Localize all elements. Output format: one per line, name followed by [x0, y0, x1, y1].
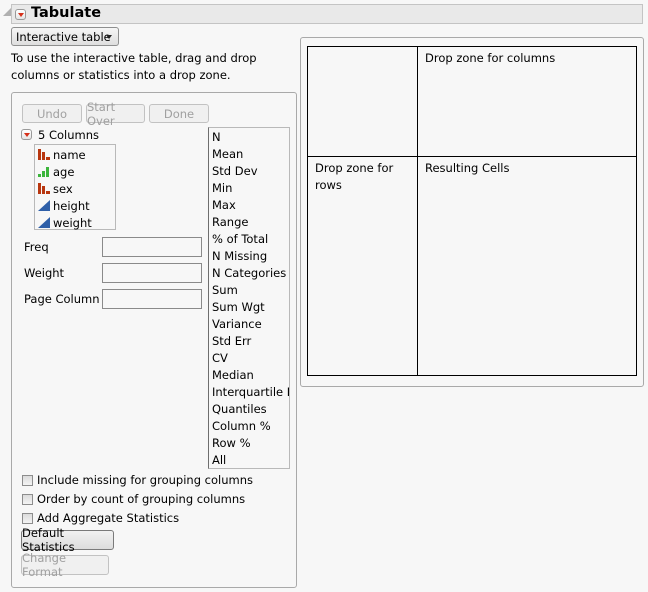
stat-item[interactable]: Mean — [212, 146, 243, 163]
stat-item[interactable]: All — [212, 452, 226, 468]
undo-button[interactable]: Undo — [22, 104, 82, 123]
aggregate-stats-checkbox[interactable] — [22, 512, 33, 524]
column-label: weight — [53, 215, 92, 230]
column-item-age[interactable]: age — [37, 163, 74, 180]
stat-item[interactable]: Interquartile Ra — [212, 384, 289, 401]
change-format-button[interactable]: Change Format — [21, 551, 109, 579]
checkbox-label: Add Aggregate Statistics — [37, 511, 180, 525]
stat-item[interactable]: Std Err — [212, 333, 251, 350]
stat-item[interactable]: CV — [212, 350, 228, 367]
nominal-icon — [38, 149, 50, 160]
mode-dropdown[interactable]: Interactive table — [11, 27, 119, 46]
column-item-sex[interactable]: sex — [37, 180, 73, 197]
stat-item[interactable]: N — [212, 129, 221, 146]
column-item-weight[interactable]: weight — [37, 214, 92, 231]
done-button[interactable]: Done — [149, 104, 209, 123]
ordinal-icon — [38, 167, 49, 177]
page-column-field[interactable] — [102, 289, 202, 309]
column-label: height — [53, 198, 90, 213]
stat-item[interactable]: Row % — [212, 435, 251, 452]
checkbox-label: Include missing for grouping columns — [37, 473, 253, 487]
outline-disclosure-icon[interactable] — [3, 8, 11, 16]
chevron-down-icon — [106, 35, 112, 39]
weight-field[interactable] — [102, 263, 202, 283]
page-column-label: Page Column — [24, 292, 100, 306]
column-label: age — [53, 164, 75, 179]
page-title: Tabulate — [31, 5, 102, 21]
stat-item[interactable]: Min — [212, 180, 232, 197]
default-statistics-button[interactable]: Default Statistics — [21, 526, 114, 554]
stat-item[interactable]: Sum Wgt — [212, 299, 265, 316]
stat-item[interactable]: N Categories — [212, 265, 286, 282]
column-label: name — [53, 147, 86, 162]
stat-item[interactable]: Std Dev — [212, 163, 258, 180]
resulting-cells-zone[interactable]: Resulting Cells — [425, 160, 509, 177]
include-missing-checkbox[interactable] — [22, 474, 33, 486]
stat-item[interactable]: Sum — [212, 282, 238, 299]
continuous-icon — [38, 200, 50, 211]
outline-title-bar — [11, 4, 643, 24]
stat-item[interactable]: Max — [212, 197, 236, 214]
mode-dropdown-value: Interactive table — [16, 30, 111, 44]
checkbox-label: Order by count of grouping columns — [37, 492, 246, 506]
stat-item[interactable]: Quantiles — [212, 401, 267, 418]
include-missing-option[interactable]: Include missing for grouping columns — [22, 473, 253, 487]
continuous-icon — [38, 217, 50, 228]
freq-field[interactable] — [102, 237, 202, 257]
grid-divider-vertical — [417, 46, 418, 376]
stat-item[interactable]: N Missing — [212, 248, 267, 265]
order-by-count-checkbox[interactable] — [22, 493, 33, 505]
column-drop-zone[interactable]: Drop zone for columns — [425, 50, 555, 67]
start-over-button[interactable]: Start Over — [86, 100, 145, 128]
columns-header: 5 Columns — [38, 128, 100, 142]
statistics-list[interactable]: N Mean Std Dev Min Max Range % of Total … — [208, 127, 290, 469]
instructions-text: To use the interactive table, drag and d… — [11, 51, 257, 82]
stat-item[interactable]: Variance — [212, 316, 262, 333]
stat-item[interactable]: Range — [212, 214, 248, 231]
stat-item[interactable]: % of Total — [212, 231, 268, 248]
columns-menu-icon[interactable] — [21, 129, 32, 140]
columns-list[interactable]: name age sex height weight — [34, 144, 116, 230]
column-item-name[interactable]: name — [37, 146, 86, 163]
grid-divider-horizontal — [307, 156, 637, 157]
weight-label: Weight — [24, 266, 65, 280]
aggregate-stats-option[interactable]: Add Aggregate Statistics — [22, 511, 179, 525]
column-label: sex — [53, 181, 73, 196]
red-triangle-menu-icon[interactable] — [15, 9, 26, 20]
stat-item[interactable]: Column % — [212, 418, 271, 435]
corner-cell — [308, 47, 417, 156]
column-item-height[interactable]: height — [37, 197, 90, 214]
freq-label: Freq — [24, 240, 49, 254]
stat-item[interactable]: Median — [212, 367, 254, 384]
order-by-count-option[interactable]: Order by count of grouping columns — [22, 492, 245, 506]
row-drop-zone[interactable]: Drop zone for rows — [315, 160, 410, 194]
nominal-icon — [38, 183, 50, 194]
